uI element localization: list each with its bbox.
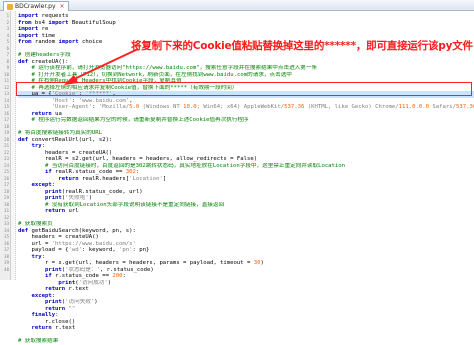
tab-bdcrawler[interactable]: BDCrawler.py × — [3, 1, 69, 11]
close-icon[interactable]: × — [60, 2, 65, 11]
code-line[interactable]: # 获取搜索结果 — [18, 338, 474, 345]
python-file-icon — [7, 3, 13, 10]
line-number: 40 — [4, 266, 9, 272]
editor-tab-bar: BDCrawler.py × — [0, 0, 474, 11]
annotation-arrow-icon — [64, 48, 139, 85]
code-line[interactable]: 'User-Agent': 'Mozilla/5.0 (Windows NT 1… — [18, 104, 474, 111]
line-numbers: 1 2 3 4 5 6 7 8 9 10 11 12 13 14 15 16 17 18 19 20 21 22 23 24 2… — [0, 13, 10, 273]
fold-margin[interactable] — [11, 11, 16, 280]
tab-label: BDCrawler.py — [15, 3, 56, 10]
annotation-banner: 将复制下来的Cookie值粘贴替换掉这里的******，即可直接运行该py文件 — [131, 40, 473, 52]
